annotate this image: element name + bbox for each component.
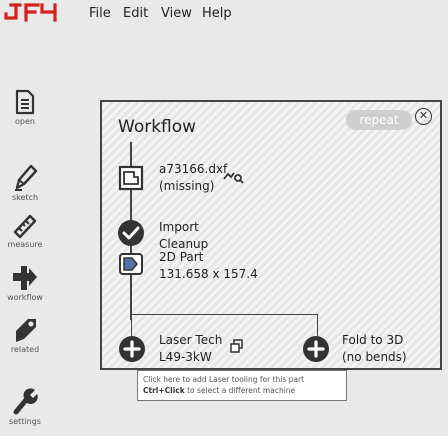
step-2d-part-title: 2D Part [159, 250, 204, 264]
menu-help[interactable]: Help [202, 6, 232, 21]
sidebar-item-sketch[interactable]: sketch [0, 162, 50, 202]
step-import-line1: Import [159, 220, 199, 234]
link-icon[interactable] [222, 169, 244, 185]
part-2d-icon [119, 253, 143, 275]
tooltip-shortcut: Ctrl+Click [143, 386, 185, 395]
ruler-icon [13, 214, 37, 239]
sidebar-label-measure: measure [7, 240, 43, 249]
menu-bar: File Edit View Help [0, 0, 448, 28]
sidebar: open sketch measure workflow related set… [0, 80, 62, 436]
wrench-icon [13, 388, 38, 415]
menu-view[interactable]: View [161, 6, 192, 21]
step-file-name: a73166.dxf [159, 162, 228, 176]
close-button[interactable]: ✕ [415, 108, 432, 125]
add-circle-icon [303, 336, 329, 362]
sidebar-label-related: related [10, 345, 40, 354]
step-fold-title: Fold to 3D [342, 333, 404, 347]
menu-edit[interactable]: Edit [123, 6, 148, 21]
repeat-button[interactable]: repeat [346, 110, 412, 130]
tooltip-line2: Ctrl+Click to select a different machine [143, 385, 341, 396]
copy-icon[interactable] [230, 339, 244, 353]
check-circle-icon [118, 220, 144, 246]
sidebar-label-open: open [15, 117, 35, 126]
sidebar-label-settings: settings [9, 417, 41, 426]
sidebar-label-workflow: workflow [7, 293, 43, 302]
pencil-icon [15, 164, 38, 191]
workflow-arrow-icon [13, 266, 37, 290]
tag-icon [16, 319, 36, 342]
step-2d-part-size: 131.658 x 157.4 [159, 267, 258, 281]
sidebar-item-measure[interactable]: measure [0, 213, 50, 249]
laser-tooltip: Click here to add Laser tooling for this… [137, 370, 347, 401]
menu-file[interactable]: File [89, 6, 111, 21]
add-circle-icon [119, 336, 145, 362]
sidebar-label-sketch: sketch [11, 193, 39, 202]
sidebar-item-workflow[interactable]: workflow [0, 264, 50, 302]
sidebar-item-open[interactable]: open [0, 88, 50, 126]
sidebar-item-settings[interactable]: settings [0, 386, 50, 426]
step-fold-status: (no bends) [342, 350, 407, 364]
app-logo [4, 3, 57, 22]
file-icon [118, 165, 144, 191]
open-file-icon [15, 89, 35, 115]
tooltip-line2-rest: to select a different machine [184, 386, 296, 395]
step-file-status: (missing) [159, 179, 215, 193]
step-laser-machine: L49-3kW [159, 350, 212, 364]
step-laser-title: Laser Tech [159, 333, 223, 347]
sidebar-item-related[interactable]: related [0, 316, 50, 354]
tooltip-line1: Click here to add Laser tooling for this… [143, 375, 305, 384]
panel-title: Workflow [118, 117, 197, 137]
workflow-panel: Workflow repeat ✕ a73166.dxf (missing) I… [100, 100, 442, 370]
